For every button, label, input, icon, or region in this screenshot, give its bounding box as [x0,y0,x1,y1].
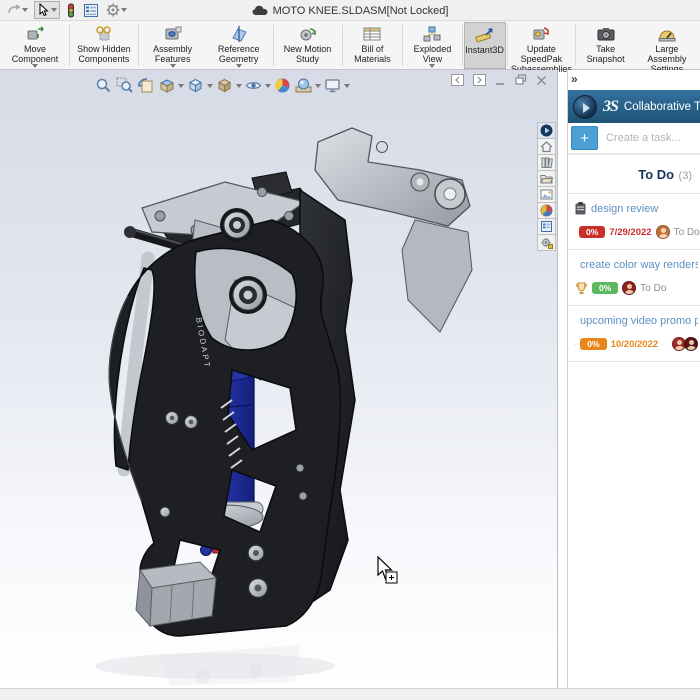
new-motion-study-icon [300,28,316,41]
large-assembly-settings-button[interactable]: Large Assembly Settings [634,22,700,74]
pin-icon [662,343,664,345]
task-status: To Do [640,282,667,294]
task-card[interactable]: upcoming video promo pro 0% 10/20/2022 [568,305,700,361]
exploded-view-button[interactable]: Exploded View [404,22,461,69]
create-task-input[interactable] [606,132,696,144]
cloud-icon [252,5,268,15]
interference-check-button[interactable] [64,2,78,19]
show-hidden-components-button[interactable]: Show Hidden Components [71,22,137,69]
task-card[interactable]: design review 0% 7/29/2022 To Do [568,193,700,249]
dropdown-arrow[interactable] [32,64,38,68]
task-title-link[interactable]: design review [591,203,658,215]
progress-badge: 0% [579,225,606,239]
command-ribbon: Move Component Show Hidden Components As… [0,21,700,74]
move-component-icon [27,26,45,40]
mouse-cursor [377,555,398,584]
ribbon-separator [402,25,404,66]
progress-badge: 0% [580,337,607,351]
trophy-icon [576,281,587,294]
progress-badge: 0% [592,281,619,295]
task-pane-panel: » 3S Collaborative Ta + To Do (3) design… [567,70,700,688]
task-title-row: upcoming video promo pro [575,314,698,327]
task-status: To Do [673,226,700,238]
assembly-features-button[interactable]: Assembly Features [140,22,206,69]
panel-title: Collaborative Ta [623,100,700,113]
todo-list: To Do (3) design review 0% 7/29/2022 To … [568,154,700,680]
task-title-link[interactable]: create color way renders [580,259,698,271]
move-component-button[interactable]: Move Component [2,22,68,69]
settings-button[interactable] [104,2,129,18]
dropdown-arrow[interactable] [235,64,242,68]
collapse-pane-button[interactable]: » [571,72,578,86]
task-title-row: design review [575,202,698,215]
task-meta-row: 0% 10/20/2022 [575,337,698,351]
gear-icon [106,3,120,17]
select-dropdown-arrow[interactable] [51,8,57,12]
undo-icon [8,3,21,13]
select-tool-button[interactable] [34,1,60,19]
create-task-row: + [568,123,700,154]
traffic-light-icon [68,3,74,17]
task-title-row: create color way renders [575,258,698,271]
take-snapshot-button[interactable]: Take Snapshot [577,22,634,69]
graphics-viewport[interactable]: BIODAPT [0,70,558,688]
clipboard-icon [575,202,586,215]
dropdown-arrow[interactable] [429,64,436,68]
show-hidden-components-icon [96,26,111,41]
select-cursor-icon [39,3,49,17]
knee-bearing [229,276,267,314]
paperclip-icon [667,343,668,345]
update-speedpak-button[interactable]: Update SpeedPak Subassemblies [508,22,574,74]
settings-dropdown-arrow[interactable] [121,8,127,12]
ribbon-separator [137,25,139,66]
task-meta-row: 0% 7/29/2022 To Do [575,225,700,239]
assembly-features-icon [165,26,182,40]
update-speedpak-icon [533,27,550,40]
todo-section-header: To Do (3) [638,167,692,182]
ribbon-separator [341,25,343,66]
trophy-icon [575,343,577,345]
reference-geometry-icon [231,26,247,42]
due-date: 7/29/2022 [609,226,652,238]
bill-of-materials-icon [363,27,381,41]
ribbon-separator [461,25,463,66]
undo-button[interactable] [4,3,30,18]
task-card[interactable]: create color way renders 0% To Do [568,249,700,305]
ribbon-separator [69,25,70,66]
instant3d-button[interactable]: Instant3D [463,22,506,69]
foot-block [135,561,218,628]
camera-icon [597,28,615,41]
assignee-avatar[interactable] [655,225,670,239]
3ds-logo: 3S [603,97,619,115]
add-task-button[interactable]: + [571,126,598,150]
undo-dropdown-arrow[interactable] [22,8,28,12]
task-meta-row: 0% To Do [575,281,698,295]
due-date: 10/20/2022 [610,338,659,350]
reference-geometry-button[interactable]: Reference Geometry [206,22,272,69]
large-assembly-settings-icon [658,30,676,42]
exploded-view-icon [423,26,441,42]
task-title-link[interactable]: upcoming video promo pro [580,315,698,327]
assignee-avatar[interactable] [622,281,637,295]
options-list-button[interactable] [82,3,100,18]
new-motion-study-button[interactable]: New Motion Study [275,22,341,69]
3d-model-moto-knee[interactable]: BIODAPT [0,70,558,688]
3dexperience-compass-icon [573,94,597,119]
ribbon-separator [272,25,274,66]
list-divider [568,361,700,362]
bill-of-materials-button[interactable]: Bill of Materials [343,22,401,69]
status-bar [0,688,700,700]
title-bar: MOTO KNEE.SLDASM[Not Locked] [0,0,700,21]
model-reflection [95,645,335,686]
upper-bearing [220,208,254,242]
ribbon-separator [575,25,577,66]
dropdown-arrow[interactable] [169,64,176,68]
collaborative-tasks-header: 3S Collaborative Ta [568,90,700,123]
ribbon-separator [506,25,508,66]
assignee-avatar[interactable] [684,337,698,351]
instant3d-icon [475,28,493,43]
properties-list-icon [84,3,98,17]
